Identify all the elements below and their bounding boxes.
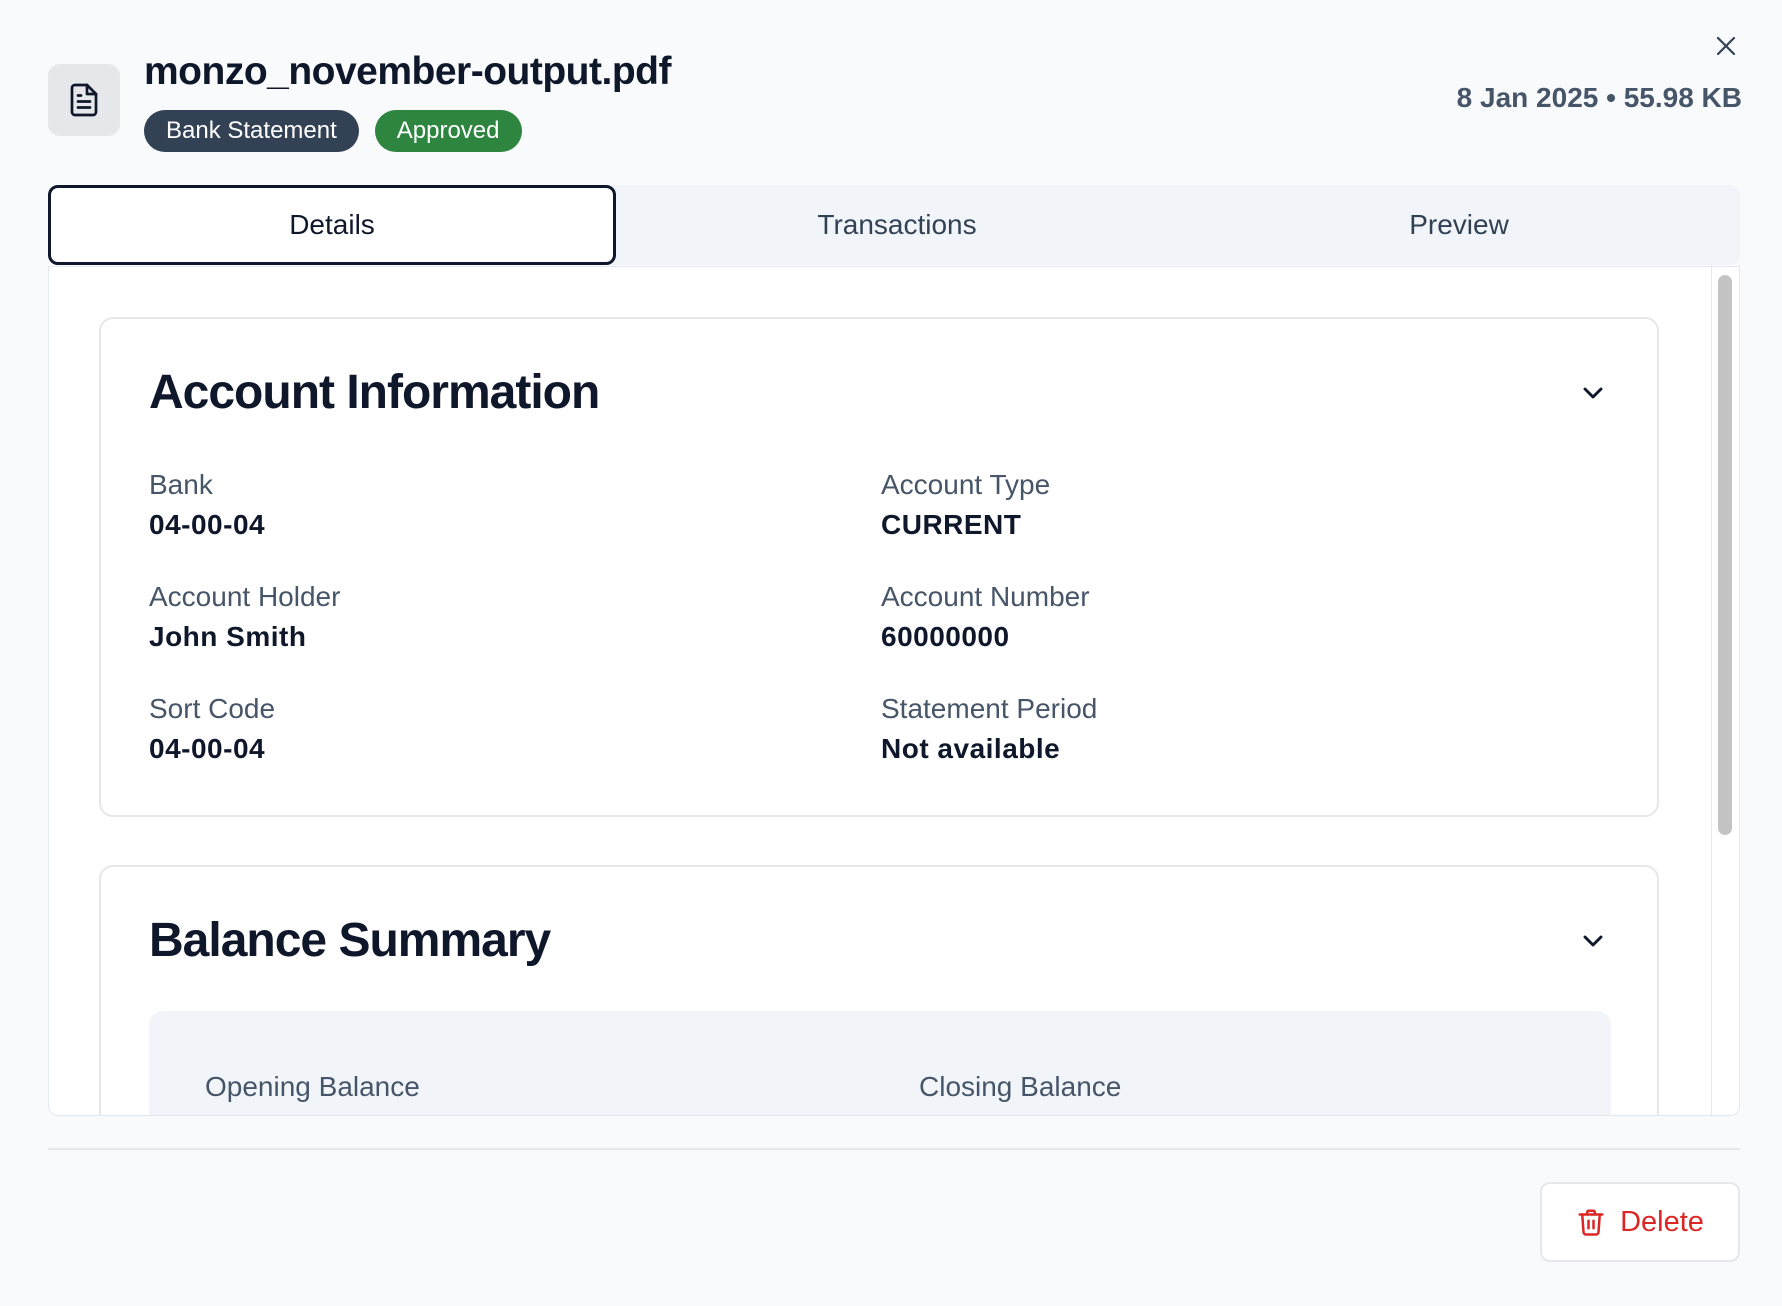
field-label: Account Holder (149, 581, 341, 612)
delete-label: Delete (1620, 1205, 1704, 1238)
field-value: 04-00-04 (149, 733, 266, 764)
field-account-holder: Account Holder John Smith (149, 581, 340, 653)
field-bank: Bank 04-00-04 (149, 469, 265, 541)
field-value: CURRENT (881, 509, 1022, 540)
file-text-icon (70, 83, 98, 117)
field-label: Bank (149, 469, 213, 500)
scrollbar-thumb[interactable] (1718, 275, 1732, 835)
account-information-title: Account Information (149, 366, 600, 419)
status-badge: Approved (374, 110, 522, 152)
field-label: Account Number (881, 581, 1090, 612)
field-value: 04-00-04 (149, 509, 266, 540)
chevron-down-icon[interactable] (1577, 925, 1609, 957)
field-sort-code: Sort Code 04-00-04 (149, 693, 275, 765)
field-label: Account Type (881, 469, 1051, 500)
balance-summary-card: Balance Summary Opening Balance Closing … (99, 865, 1659, 1115)
opening-balance-label: Opening Balance (205, 1071, 420, 1102)
document-header: monzo_november-output.pdf Bank Statement… (48, 50, 1742, 160)
trash-icon (1578, 1209, 1604, 1236)
file-meta: 8 Jan 2025 • 55.98 KB (1456, 82, 1742, 113)
closing-balance-label: Closing Balance (919, 1071, 1122, 1102)
field-account-number: Account Number 60000000 (881, 581, 1090, 653)
scrollbar[interactable] (1711, 267, 1739, 1115)
footer-divider (48, 1148, 1740, 1150)
document-type-badge: Bank Statement (144, 110, 359, 152)
file-name-title: monzo_november-output.pdf (144, 50, 671, 93)
field-label: Sort Code (149, 693, 276, 724)
tab-details[interactable]: Details (48, 185, 616, 265)
details-panel: Account Information Bank 04-00-04 Accoun… (48, 266, 1740, 1116)
file-icon-container (48, 64, 120, 136)
balance-summary-title: Balance Summary (149, 914, 551, 967)
tab-transactions[interactable]: Transactions (616, 185, 1178, 265)
field-value: John Smith (149, 621, 307, 652)
field-value: 60000000 (881, 621, 1010, 652)
field-value: Not available (881, 733, 1061, 764)
badge-group: Bank Statement Approved (144, 110, 522, 152)
delete-button[interactable]: Delete (1540, 1182, 1740, 1262)
field-account-type: Account Type CURRENT (881, 469, 1050, 541)
account-information-card: Account Information Bank 04-00-04 Accoun… (99, 317, 1659, 817)
balance-box: Opening Balance Closing Balance (149, 1011, 1611, 1115)
tab-bar: Details Transactions Preview (48, 185, 1740, 265)
field-statement-period: Statement Period Not available (881, 693, 1097, 765)
tab-preview[interactable]: Preview (1178, 185, 1740, 265)
chevron-down-icon[interactable] (1577, 377, 1609, 409)
field-label: Statement Period (881, 693, 1098, 724)
